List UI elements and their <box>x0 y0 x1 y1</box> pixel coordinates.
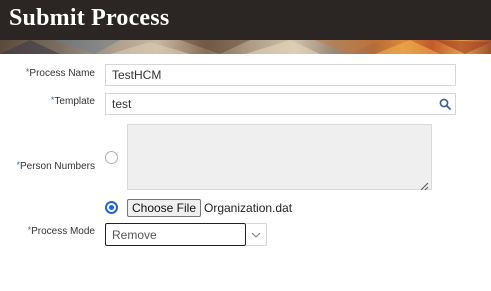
required-mark: * <box>27 225 32 235</box>
person-numbers-label: *Person Numbers <box>16 160 95 172</box>
choose-file-button[interactable]: Choose File <box>127 199 201 217</box>
person-numbers-label-text: Person Numbers <box>19 161 95 172</box>
template-value: test <box>112 97 132 111</box>
process-mode-label: *Process Mode <box>27 225 95 237</box>
required-mark: * <box>50 95 55 105</box>
process-mode-label-text: Process Mode <box>31 226 95 237</box>
process-name-value: TestHCM <box>112 68 162 82</box>
page-title: Submit Process <box>9 5 170 31</box>
template-input[interactable]: test <box>105 93 456 115</box>
person-numbers-radio[interactable] <box>105 151 118 164</box>
process-name-input[interactable]: TestHCM <box>105 64 456 86</box>
person-numbers-textarea[interactable] <box>127 124 432 191</box>
process-mode-select[interactable]: Remove <box>105 223 246 246</box>
selected-file-name: Organization.dat <box>204 201 293 215</box>
template-label: *Template <box>50 95 95 107</box>
resize-handle-icon[interactable] <box>420 178 429 191</box>
decorative-banner <box>0 40 491 54</box>
process-name-label-text: Process Name <box>29 68 95 79</box>
process-name-label: *Process Name <box>25 67 95 79</box>
template-label-text: Template <box>54 96 95 107</box>
chevron-down-icon[interactable] <box>246 223 267 246</box>
required-mark: * <box>16 160 20 170</box>
required-mark: * <box>25 67 30 77</box>
process-mode-value: Remove <box>112 227 157 242</box>
page-header: Submit Process <box>0 0 491 40</box>
search-icon[interactable] <box>439 98 451 110</box>
file-upload-radio[interactable] <box>105 201 118 214</box>
